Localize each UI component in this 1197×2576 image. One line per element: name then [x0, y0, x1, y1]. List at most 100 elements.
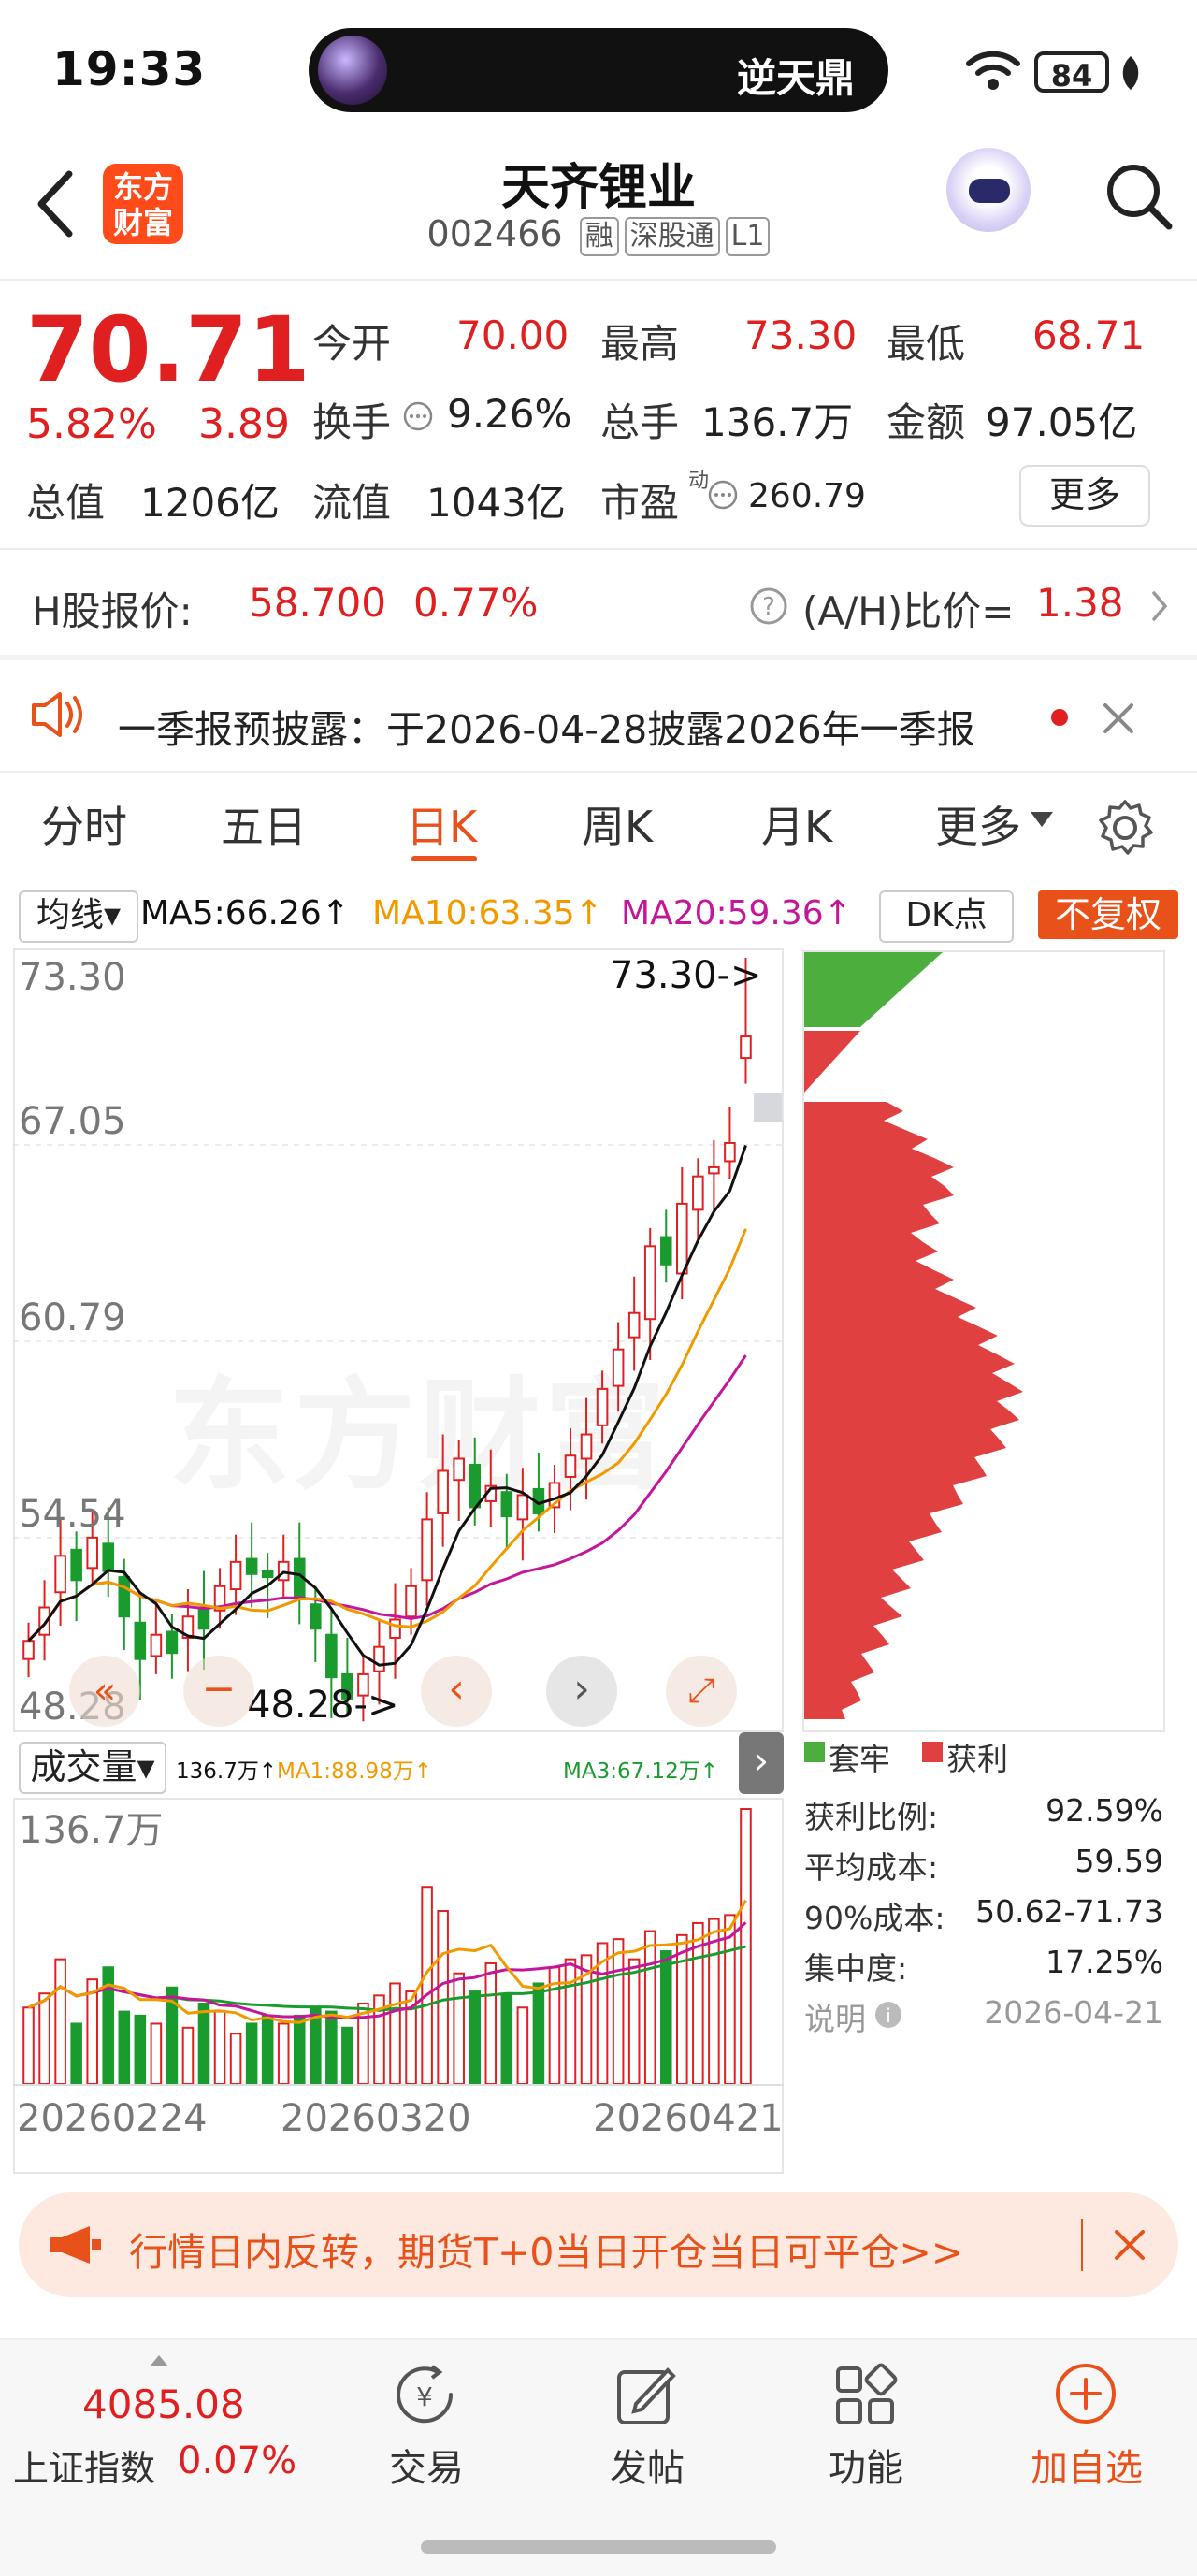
h-share-price: 58.700 — [249, 580, 386, 626]
legend-swatch-profit — [922, 1742, 943, 1762]
indicator-selector[interactable]: 均线▾ — [19, 890, 138, 943]
open-label: 今开 — [312, 321, 392, 367]
notice-text[interactable]: 一季报预披露：于2026-04-28披露2026年一季报 — [118, 698, 975, 754]
chip-distribution-chart — [804, 952, 1023, 1719]
volume-bar — [643, 1930, 656, 2084]
info-icon[interactable]: i — [873, 2000, 903, 2030]
legend-swatch-trapped — [804, 1742, 825, 1762]
kline-chart[interactable] — [13, 948, 784, 1732]
candle — [692, 1175, 704, 1211]
unread-dot — [1051, 709, 1068, 726]
nav-trade[interactable]: 交易 — [352, 2438, 501, 2492]
assistant-robot-icon[interactable] — [946, 148, 1031, 232]
ah-ratio-value[interactable]: 1.38 — [1036, 580, 1124, 626]
volume-bar — [484, 1961, 498, 2084]
volume-value: 136.7万 — [701, 399, 854, 445]
candle — [134, 1621, 147, 1660]
tab-intraday[interactable]: 分时 — [41, 793, 127, 855]
scroll-right-button[interactable]: › — [546, 1656, 617, 1727]
search-icon[interactable] — [1102, 159, 1176, 234]
candle — [102, 1542, 115, 1572]
candle — [724, 1141, 736, 1163]
date-label: 20260320 — [281, 2097, 471, 2140]
tab-more[interactable]: 更多 — [935, 793, 1021, 855]
volume-bar — [500, 1994, 513, 2084]
close-icon[interactable] — [1100, 700, 1137, 737]
add-watchlist-icon[interactable] — [1053, 2361, 1118, 2426]
volume-bar — [453, 1972, 465, 2084]
scroll-to-start-button[interactable]: « — [69, 1656, 140, 1727]
volume-bar — [469, 1990, 482, 2084]
post-icon[interactable] — [613, 2363, 679, 2428]
avg-cost-value: 59.59 — [1074, 1843, 1163, 1879]
candle — [453, 1457, 465, 1482]
index-name[interactable]: 上证指数 — [13, 2439, 155, 2491]
tab-five-day[interactable]: 五日 — [221, 793, 307, 855]
apps-icon[interactable] — [832, 2363, 898, 2428]
gear-icon[interactable] — [1094, 797, 1156, 859]
candle — [245, 1557, 258, 1575]
x-axis — [13, 2084, 784, 2086]
svg-text:?: ? — [762, 593, 775, 621]
market-cap-label: 总值 — [26, 480, 106, 526]
change-amount: 3.89 — [198, 400, 290, 448]
profit-ratio-label: 获利比例: — [804, 1799, 939, 1835]
candle — [740, 1035, 752, 1060]
dynamic-island[interactable]: 逆天鼎 — [309, 28, 888, 112]
index-percent[interactable]: 0.07% — [178, 2439, 296, 2482]
divider — [0, 771, 1197, 773]
active-tab-indicator — [411, 856, 477, 861]
open-value: 70.00 — [456, 312, 570, 358]
index-value[interactable]: 4085.08 — [82, 2381, 245, 2427]
info-dots-icon[interactable] — [402, 400, 434, 432]
candle — [22, 1640, 35, 1660]
candle — [70, 1548, 82, 1582]
info-dots-icon[interactable] — [707, 479, 739, 511]
expand-panel-button[interactable]: › — [739, 1732, 784, 1794]
ah-ratio-label[interactable]: (A/H)比价= — [802, 580, 1014, 637]
nav-add-watchlist[interactable]: 加自选 — [1012, 2438, 1161, 2492]
tag-level: L1 — [725, 216, 771, 256]
fullscreen-button[interactable]: ⤢ — [666, 1656, 737, 1727]
clock: 19:33 — [52, 42, 207, 96]
candle — [261, 1570, 274, 1579]
candle — [708, 1165, 720, 1175]
more-button[interactable]: 更多 — [1019, 465, 1150, 527]
tab-monthly-k[interactable]: 月K — [761, 793, 832, 855]
nav-functions[interactable]: 功能 — [791, 2438, 941, 2492]
change-percent: 5.82% — [26, 400, 157, 448]
tab-daily-k[interactable]: 日K — [406, 793, 477, 855]
dk-point-toggle[interactable]: DK点 — [879, 890, 1014, 943]
volume-ma1: MA1:88.98万↑ — [277, 1759, 433, 1784]
volume-ma3: MA3:67.12万↑ — [563, 1759, 719, 1784]
nav-post[interactable]: 发帖 — [572, 2438, 722, 2492]
candle — [86, 1536, 98, 1570]
trade-icon[interactable]: ¥ — [391, 2363, 462, 2428]
help-icon[interactable]: ? — [748, 586, 789, 627]
volume-indicator-selector[interactable]: 成交量▾ — [19, 1742, 166, 1794]
close-icon[interactable] — [1111, 2226, 1148, 2264]
candle — [310, 1603, 322, 1630]
float-cap-label: 流值 — [312, 480, 392, 526]
promo-text[interactable]: 行情日内反转，期货T+0当日开仓当日可平仓>> — [129, 2221, 963, 2277]
chevron-right-icon[interactable] — [1148, 589, 1171, 623]
candle — [500, 1491, 513, 1518]
chip-date: 2026-04-21 — [984, 1994, 1163, 2031]
pe-dynamic-sup: 动 — [688, 470, 710, 493]
low-value: 68.71 — [1032, 312, 1146, 358]
volume-bar — [293, 2014, 306, 2084]
scroll-left-button[interactable]: ‹ — [421, 1656, 492, 1727]
high-value: 73.30 — [744, 312, 858, 358]
pe-value: 260.79 — [748, 477, 866, 515]
volume-bar — [421, 1886, 433, 2084]
legend-profit: 获利 — [946, 1741, 1008, 1777]
battery-icon: 84 — [1034, 51, 1109, 94]
zoom-out-button[interactable]: − — [183, 1656, 254, 1727]
adjust-type-button[interactable]: 不复权 — [1038, 890, 1178, 939]
explanation-label[interactable]: 说明 — [804, 1994, 866, 2039]
candle — [676, 1202, 688, 1275]
tab-weekly-k[interactable]: 周K — [582, 793, 653, 855]
pe-label: 市盈 — [600, 480, 680, 526]
last-price: 70.71 — [26, 297, 310, 402]
h-share-label: H股报价: — [32, 588, 193, 634]
